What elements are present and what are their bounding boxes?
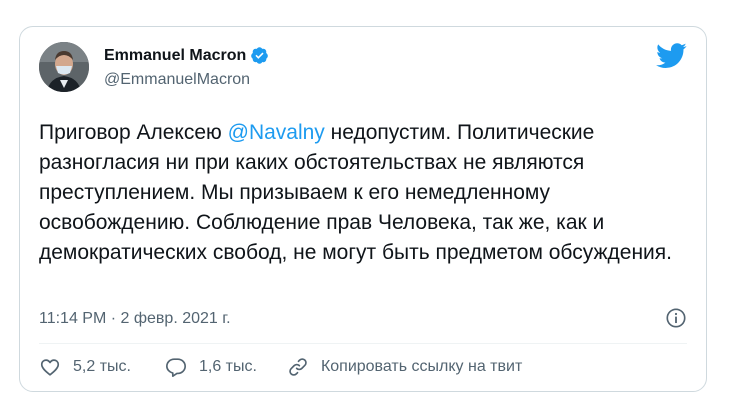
- twitter-bird-icon[interactable]: [656, 43, 687, 69]
- reply-button[interactable]: 1,6 тыс.: [165, 356, 257, 378]
- verified-badge-icon: [250, 46, 269, 65]
- tweet-text-before: Приговор Алексею: [39, 121, 228, 144]
- info-icon[interactable]: [665, 307, 687, 329]
- reply-count: 1,6 тыс.: [198, 358, 257, 375]
- tweet-embed-card: Emmanuel Macron @EmmanuelMacron Приговор…: [19, 26, 707, 392]
- tweet-timestamp[interactable]: 11:14 PM · 2 февр. 2021 г.: [39, 310, 231, 328]
- divider: [39, 343, 687, 344]
- reply-icon: [165, 358, 186, 377]
- copy-link-button[interactable]: Копировать ссылку на твит: [287, 356, 522, 378]
- author-handle[interactable]: @EmmanuelMacron: [104, 71, 250, 89]
- copy-link-label: Копировать ссылку на твит: [320, 358, 523, 375]
- heart-icon: [40, 359, 60, 376]
- tweet-actions: 5,2 тыс. 1,6 тыс. Копировать ссылку на т…: [39, 356, 522, 378]
- mention-link[interactable]: @Navalny: [228, 121, 325, 144]
- like-button[interactable]: 5,2 тыс.: [39, 356, 131, 378]
- like-count: 5,2 тыс.: [73, 358, 131, 375]
- tweet-text: Приговор Алексею @Navalny недопустим. По…: [39, 118, 687, 268]
- link-icon: [289, 358, 307, 376]
- author-name-row[interactable]: Emmanuel Macron: [104, 46, 269, 65]
- author-name[interactable]: Emmanuel Macron: [104, 47, 246, 65]
- avatar[interactable]: [39, 42, 89, 92]
